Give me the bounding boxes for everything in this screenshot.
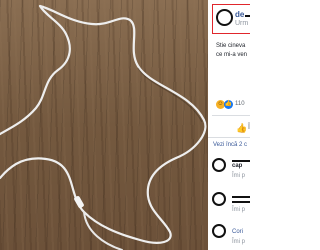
post-text: Stie cineva ce mi-a ven — [216, 42, 250, 60]
redacted-name-bar — [245, 15, 250, 17]
earphone-cable-image — [0, 4, 207, 250]
like-button[interactable]: Îi — [248, 124, 250, 131]
comment-like-link[interactable]: Îmi p — [232, 239, 245, 245]
commenter-avatar[interactable] — [212, 158, 226, 172]
author-avatar[interactable] — [216, 9, 233, 26]
post-sidebar: de Urm Stie cineva ce mi-a ven ☺ 👍 110 👍… — [208, 0, 250, 250]
comments-section: Vezi încă 2 c cap Îmi p Îmi p Cori Îmi p — [208, 137, 250, 250]
redacted-name-bar — [232, 201, 250, 203]
like-action-row: 👍 Îi — [212, 115, 250, 138]
redacted-name-bar — [232, 160, 250, 162]
like-icon: 👍 — [224, 100, 233, 109]
comment: Îmi p — [212, 192, 250, 222]
commenter-name[interactable]: Cori — [232, 229, 243, 235]
commenter-avatar[interactable] — [212, 224, 226, 238]
thumbs-up-icon[interactable]: 👍 — [236, 123, 247, 134]
reaction-count: 110 — [235, 101, 245, 107]
post-text-line-1: Stie cineva — [216, 43, 246, 49]
comment: cap Îmi p — [212, 158, 250, 188]
comment-like-link[interactable]: Îmi p — [232, 207, 245, 213]
commenter-name[interactable]: cap — [232, 163, 242, 169]
commenter-avatar[interactable] — [212, 192, 226, 206]
post-text-line-2: ce mi-a ven — [216, 52, 248, 58]
comment-like-link[interactable]: Îmi p — [232, 173, 245, 179]
author-name[interactable]: de — [235, 10, 244, 19]
earphone-cable — [0, 4, 207, 244]
post-author-header: de Urm — [212, 4, 250, 34]
post-photo[interactable] — [0, 0, 208, 250]
comment: Cori Îmi p — [212, 224, 250, 250]
follow-link[interactable]: Urm — [235, 20, 248, 27]
view-more-comments-link[interactable]: Vezi încă 2 c — [213, 142, 247, 148]
redacted-name-bar — [232, 196, 250, 198]
